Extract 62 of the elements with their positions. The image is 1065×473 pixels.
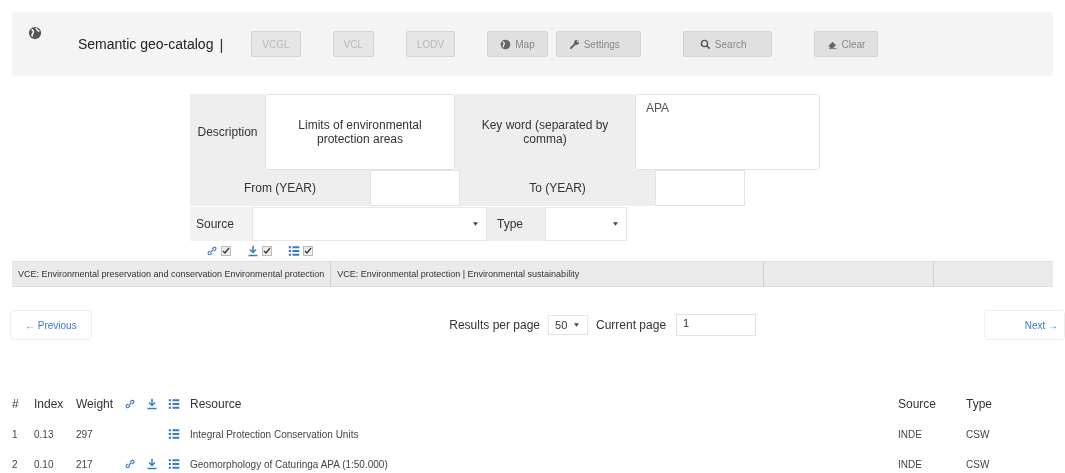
current-page-field[interactable]: 1 xyxy=(676,314,757,336)
list-icon[interactable] xyxy=(168,458,180,470)
table-cell-text: Integral Protection Conservation Units xyxy=(189,427,360,442)
toolbar-button[interactable]: Settings xyxy=(555,31,641,57)
list-icon xyxy=(288,245,300,257)
caret-icon xyxy=(574,323,579,327)
table-cell-text: INDE xyxy=(897,427,923,442)
toolbar-button[interactable]: Map xyxy=(487,31,548,57)
table-cell-text: CSW xyxy=(965,457,991,472)
table-cell-text: 217 xyxy=(75,457,94,472)
description-label: Description xyxy=(190,94,265,170)
tag[interactable]: VCE: Environmental preservation and conservation Environmental protection xyxy=(12,262,332,286)
download-icon[interactable] xyxy=(146,458,158,470)
column-header: Type xyxy=(965,396,993,413)
table-cell-text: Geomorphology of Caturinga APA (1:50.000) xyxy=(189,457,389,472)
column-header: Index xyxy=(33,396,65,413)
table-cell-text: 0.13 xyxy=(33,427,55,442)
keyword-field[interactable]: APA xyxy=(635,94,820,170)
column-header: # xyxy=(11,396,20,413)
search-icon xyxy=(699,38,711,50)
to-year-field[interactable] xyxy=(655,170,745,206)
type-label: Type xyxy=(487,207,545,241)
results-label: Results per page xyxy=(449,318,540,332)
from-year-label: From (YEAR) xyxy=(190,170,370,206)
to-year-label: To (YEAR) xyxy=(460,170,655,206)
results-select[interactable]: 50 xyxy=(548,315,588,335)
current-page-label: Current page xyxy=(596,318,667,332)
table-cell-text: CSW xyxy=(965,427,991,442)
column-header: Source xyxy=(897,396,938,413)
caret-icon xyxy=(473,222,478,226)
previous-button[interactable]: ← Previous xyxy=(10,310,92,340)
column-header: Weight xyxy=(75,396,115,413)
download-icon xyxy=(247,245,259,257)
download-icon xyxy=(146,398,158,410)
app-title: Semantic geo-catalog xyxy=(78,36,214,52)
next-button[interactable]: Next → xyxy=(983,310,1065,340)
tag[interactable]: VCE: Environmental protection | Environmental sustainability xyxy=(331,262,765,286)
globe-icon xyxy=(500,38,512,50)
table-cell-text: 0.10 xyxy=(33,457,55,472)
toolbar-button[interactable]: Clear xyxy=(813,31,879,57)
separator: | xyxy=(219,35,224,53)
filter-checkbox[interactable] xyxy=(303,246,313,256)
filter-checkbox[interactable] xyxy=(262,246,272,256)
globe-icon xyxy=(28,26,42,40)
table-cell-text: 297 xyxy=(75,427,94,442)
table-cell-text: 2 xyxy=(11,457,19,472)
filter-checkbox[interactable] xyxy=(221,246,231,256)
table-cell-text: 1 xyxy=(11,427,19,442)
list-icon[interactable] xyxy=(168,428,180,440)
table-cell-text: INDE xyxy=(897,457,923,472)
link-icon[interactable] xyxy=(124,458,136,470)
wrench-icon xyxy=(568,38,580,50)
from-year-field[interactable] xyxy=(370,170,460,206)
column-header: Resource xyxy=(189,396,243,413)
link-icon xyxy=(124,398,136,410)
description-field[interactable]: Limits of environmental protection areas xyxy=(265,94,455,170)
caret-icon xyxy=(613,222,618,226)
keyword-label: Key word (separated by comma) xyxy=(455,94,635,170)
list-icon xyxy=(168,398,180,410)
link-icon xyxy=(206,245,218,257)
source-label: Source xyxy=(190,207,252,241)
toolbar-button[interactable]: Search xyxy=(682,31,772,57)
